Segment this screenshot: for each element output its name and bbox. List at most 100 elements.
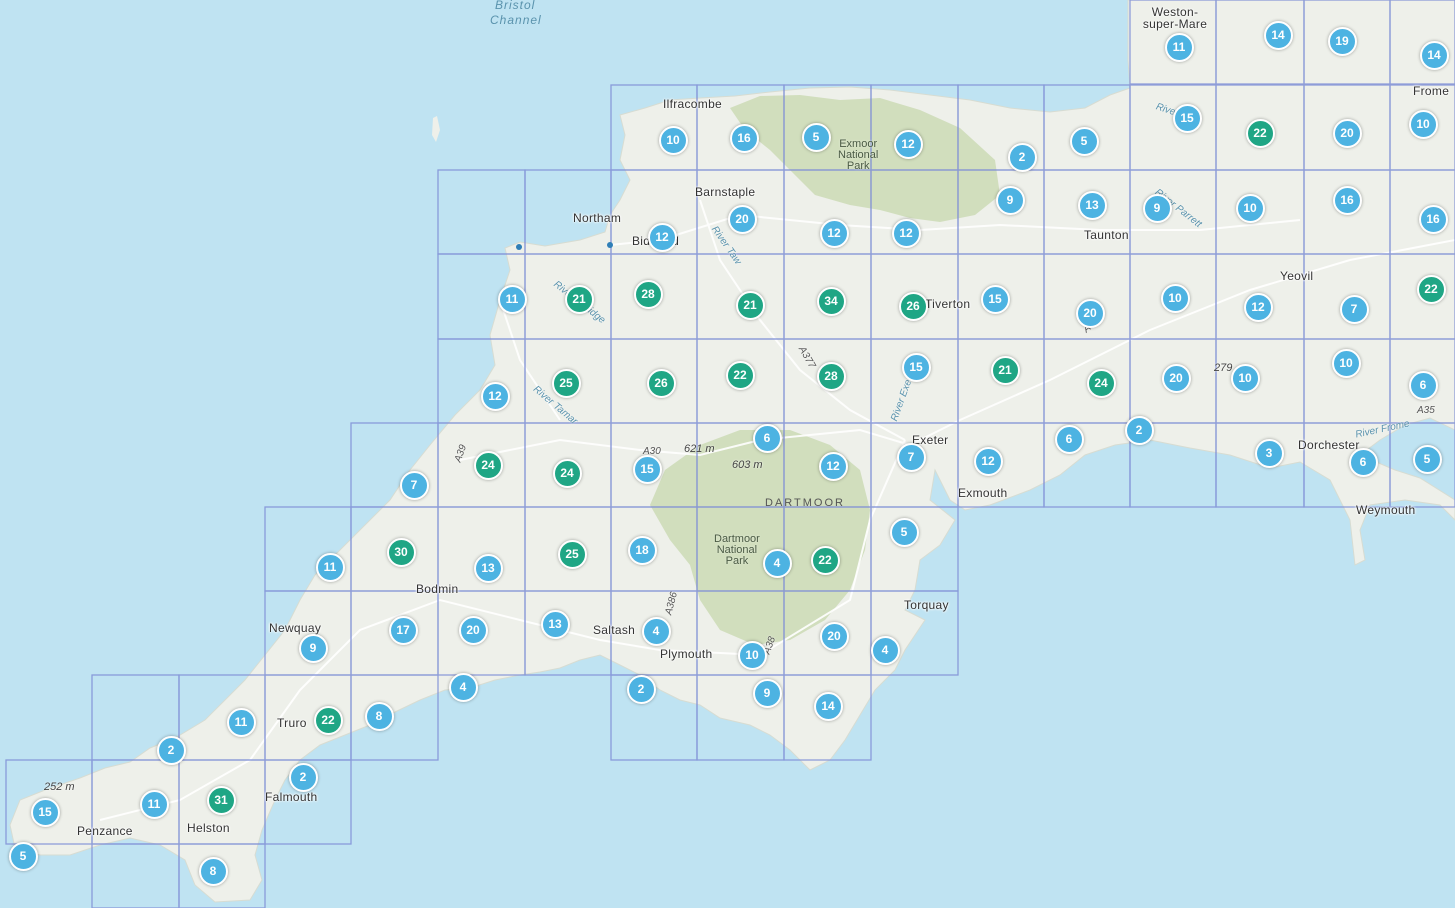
- cluster-marker[interactable]: 20: [1075, 298, 1105, 328]
- cluster-marker[interactable]: 12: [819, 218, 849, 248]
- cluster-marker[interactable]: 30: [386, 537, 416, 567]
- cluster-marker[interactable]: 15: [30, 797, 60, 827]
- cluster-marker[interactable]: 26: [646, 368, 676, 398]
- cluster-marker[interactable]: 12: [891, 218, 921, 248]
- cluster-marker[interactable]: 6: [1348, 447, 1378, 477]
- cluster-marker[interactable]: 12: [818, 451, 848, 481]
- cluster-marker[interactable]: 12: [973, 446, 1003, 476]
- cluster-marker[interactable]: 4: [641, 616, 671, 646]
- cluster-marker[interactable]: 5: [1412, 444, 1442, 474]
- cluster-marker[interactable]: 14: [1419, 40, 1449, 70]
- cluster-marker[interactable]: 9: [298, 633, 328, 663]
- place-label-northam: Northam: [573, 211, 622, 225]
- region-label-dartmoor: DARTMOOR: [765, 497, 845, 509]
- cluster-marker[interactable]: 15: [980, 284, 1010, 314]
- cluster-marker[interactable]: 12: [893, 129, 923, 159]
- cluster-marker[interactable]: 3: [1254, 438, 1284, 468]
- cluster-marker[interactable]: 10: [1235, 193, 1265, 223]
- cluster-marker[interactable]: 4: [870, 635, 900, 665]
- cluster-marker[interactable]: 11: [1164, 32, 1194, 62]
- cluster-marker[interactable]: 2: [1124, 415, 1154, 445]
- cluster-marker[interactable]: 5: [801, 122, 831, 152]
- cluster-marker[interactable]: 2: [1007, 142, 1037, 172]
- cluster-marker[interactable]: 12: [480, 381, 510, 411]
- cluster-marker[interactable]: 19: [1327, 26, 1357, 56]
- cluster-marker[interactable]: 6: [752, 423, 782, 453]
- cluster-marker[interactable]: 16: [729, 123, 759, 153]
- cluster-marker[interactable]: 28: [816, 361, 846, 391]
- cluster-marker[interactable]: 13: [540, 609, 570, 639]
- cluster-marker[interactable]: 21: [990, 355, 1020, 385]
- cluster-marker[interactable]: 15: [901, 352, 931, 382]
- cluster-marker[interactable]: 8: [364, 701, 394, 731]
- cluster-marker[interactable]: 5: [889, 517, 919, 547]
- cluster-marker[interactable]: 14: [1263, 20, 1293, 50]
- cluster-marker[interactable]: 5: [1069, 126, 1099, 156]
- map-view[interactable]: Bristol Channel Exmoor National Park Dar…: [0, 0, 1455, 908]
- cluster-marker[interactable]: 31: [206, 785, 236, 815]
- cluster-marker[interactable]: 10: [737, 640, 767, 670]
- cluster-marker[interactable]: 9: [752, 678, 782, 708]
- cluster-marker[interactable]: 2: [156, 735, 186, 765]
- cluster-marker[interactable]: 20: [727, 204, 757, 234]
- cluster-marker[interactable]: 15: [632, 454, 662, 484]
- cluster-marker[interactable]: 24: [1086, 368, 1116, 398]
- cluster-marker[interactable]: 2: [288, 762, 318, 792]
- location-marker[interactable]: [607, 242, 613, 248]
- place-label-plymouth: Plymouth: [660, 647, 713, 661]
- cluster-marker[interactable]: 18: [627, 535, 657, 565]
- place-label-taunton: Taunton: [1084, 228, 1129, 242]
- cluster-marker[interactable]: 7: [1339, 294, 1369, 324]
- place-label-newquay: Newquay: [269, 621, 322, 635]
- cluster-marker[interactable]: 11: [226, 707, 256, 737]
- location-marker[interactable]: [516, 244, 522, 250]
- cluster-marker[interactable]: 25: [557, 539, 587, 569]
- cluster-marker[interactable]: 6: [1054, 424, 1084, 454]
- cluster-marker[interactable]: 10: [1331, 348, 1361, 378]
- cluster-marker[interactable]: 7: [896, 442, 926, 472]
- road-label-a35: A35: [1417, 405, 1435, 416]
- cluster-marker[interactable]: 16: [1332, 185, 1362, 215]
- cluster-marker[interactable]: 9: [1142, 193, 1172, 223]
- cluster-marker[interactable]: 11: [315, 552, 345, 582]
- cluster-marker[interactable]: 8: [198, 856, 228, 886]
- cluster-marker[interactable]: 2: [626, 674, 656, 704]
- cluster-marker[interactable]: 21: [564, 284, 594, 314]
- cluster-marker[interactable]: 17: [388, 615, 418, 645]
- cluster-marker[interactable]: 26: [898, 291, 928, 321]
- cluster-marker[interactable]: 9: [995, 185, 1025, 215]
- cluster-marker[interactable]: 11: [497, 284, 527, 314]
- cluster-marker[interactable]: 24: [473, 450, 503, 480]
- cluster-marker[interactable]: 20: [1161, 363, 1191, 393]
- cluster-marker[interactable]: 21: [735, 290, 765, 320]
- cluster-marker[interactable]: 10: [1230, 363, 1260, 393]
- cluster-marker[interactable]: 4: [448, 672, 478, 702]
- cluster-marker[interactable]: 13: [1077, 190, 1107, 220]
- cluster-marker[interactable]: 25: [551, 368, 581, 398]
- cluster-marker[interactable]: 20: [458, 615, 488, 645]
- cluster-marker[interactable]: 15: [1172, 103, 1202, 133]
- cluster-marker[interactable]: 20: [1332, 118, 1362, 148]
- cluster-marker[interactable]: 34: [816, 286, 846, 316]
- cluster-marker[interactable]: 16: [1418, 204, 1448, 234]
- cluster-marker[interactable]: 11: [139, 789, 169, 819]
- cluster-marker[interactable]: 20: [819, 621, 849, 651]
- cluster-marker[interactable]: 14: [813, 691, 843, 721]
- cluster-marker[interactable]: 22: [1245, 118, 1275, 148]
- cluster-marker[interactable]: 28: [633, 279, 663, 309]
- cluster-marker[interactable]: 22: [1416, 274, 1446, 304]
- cluster-marker[interactable]: 5: [8, 841, 38, 871]
- cluster-marker[interactable]: 4: [762, 548, 792, 578]
- cluster-marker[interactable]: 10: [658, 125, 688, 155]
- cluster-marker[interactable]: 12: [1243, 292, 1273, 322]
- cluster-marker[interactable]: 22: [725, 360, 755, 390]
- cluster-marker[interactable]: 10: [1160, 283, 1190, 313]
- cluster-marker[interactable]: 22: [810, 545, 840, 575]
- cluster-marker[interactable]: 6: [1408, 370, 1438, 400]
- cluster-marker[interactable]: 7: [399, 470, 429, 500]
- cluster-marker[interactable]: 22: [313, 705, 343, 735]
- cluster-marker[interactable]: 24: [552, 458, 582, 488]
- cluster-marker[interactable]: 13: [473, 553, 503, 583]
- cluster-marker[interactable]: 10: [1408, 109, 1438, 139]
- cluster-marker[interactable]: 12: [647, 222, 677, 252]
